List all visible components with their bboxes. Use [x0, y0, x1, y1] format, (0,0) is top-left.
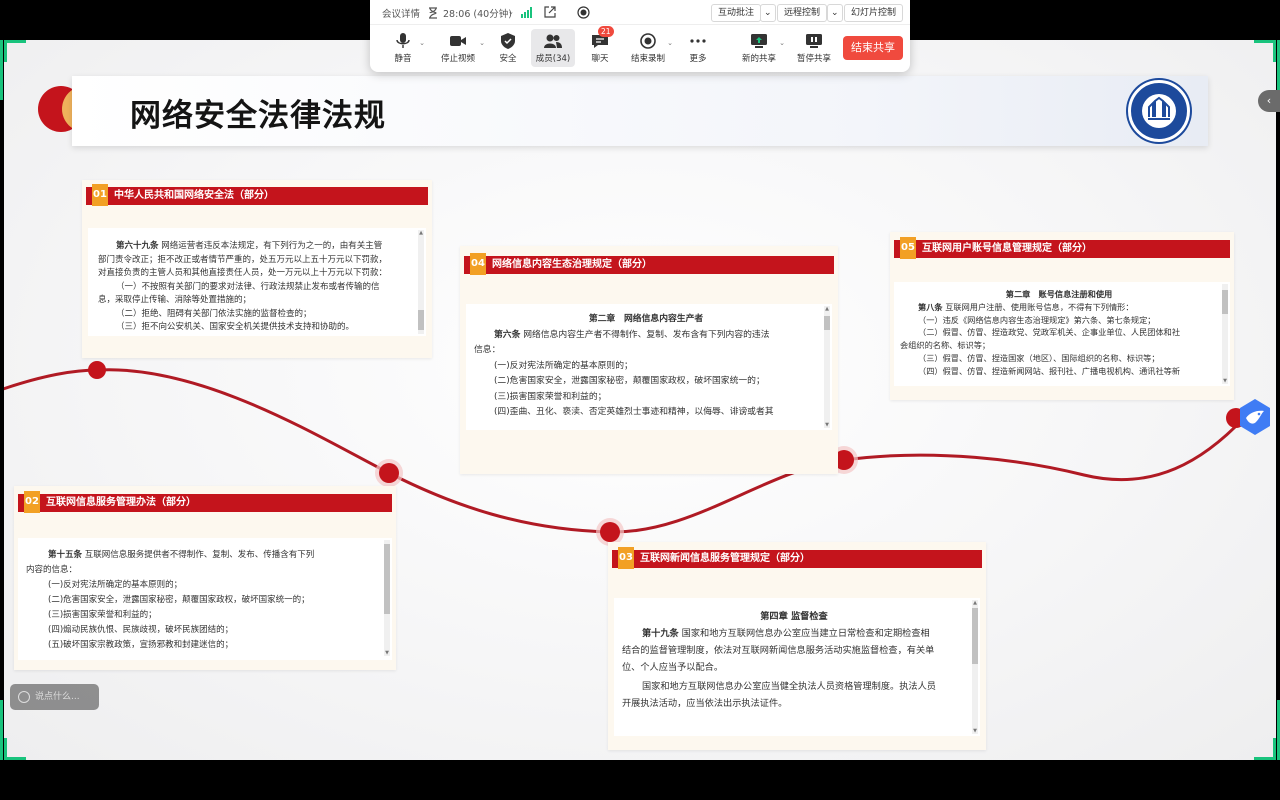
chevron-down-icon[interactable]: ⌄ — [508, 8, 514, 16]
record-indicator-icon[interactable] — [577, 6, 590, 19]
remote-control-button[interactable]: 远程控制 — [777, 4, 828, 22]
annotate-options-dropdown[interactable]: ⌄ — [760, 4, 776, 22]
card-number: 03 — [618, 547, 634, 569]
scrollbar-thumb[interactable] — [1222, 290, 1228, 314]
timeline-dot-01 — [88, 361, 106, 379]
law-card-02: 02 互联网信息服务管理办法（部分） 第十五条 互联网信息服务提供者不得制作、复… — [14, 486, 396, 670]
stop-video-button[interactable]: ⌄ 停止视频 — [438, 29, 485, 67]
card-number: 05 — [900, 237, 916, 259]
more-dots-icon — [690, 39, 706, 43]
card-text-area[interactable]: 第二章 账号信息注册和使用 第八条 互联网用户注册、使用账号信息，不得有下列情形… — [894, 282, 1230, 386]
assistant-bird-icon[interactable] — [1236, 398, 1274, 436]
chevron-down-icon[interactable]: ⌄ — [419, 39, 425, 47]
card-scrollbar[interactable]: ▲ ▼ — [824, 306, 830, 428]
pause-share-button[interactable]: 暂停共享 — [796, 29, 832, 67]
card-number: 02 — [24, 491, 40, 513]
card-header: 01 中华人民共和国网络安全法（部分） — [86, 184, 428, 206]
article-label: 第六条 — [494, 329, 521, 340]
chat-quick-input[interactable]: 说点什么... — [10, 684, 99, 710]
chapter-heading: 第二章 网络信息内容生产者 — [588, 314, 704, 324]
scrollbar-thumb[interactable] — [384, 544, 390, 614]
chapter-heading: 第四章 监督检查 — [760, 611, 828, 622]
law-card-03: 03 互联网新闻信息服务管理规定（部分） 第四章 监督检查 第十九条 国家和地方… — [608, 542, 986, 750]
timeline-dot-02 — [375, 459, 403, 487]
chapter-heading: 第二章 账号信息注册和使用 — [1005, 289, 1113, 299]
record-stop-icon — [640, 33, 656, 49]
share-border-corner — [4, 40, 26, 62]
signal-icon[interactable] — [521, 7, 533, 18]
card-text-area[interactable]: 第二章 网络信息内容生产者 第六条 网络信息内容生产者不得制作、复制、发布含有下… — [466, 304, 832, 430]
share-border-corner — [1254, 738, 1276, 760]
chevron-down-icon[interactable]: ⌄ — [779, 39, 785, 47]
card-title: 互联网新闻信息服务管理规定（部分） — [640, 553, 810, 564]
card-scrollbar[interactable]: ▼ — [1222, 284, 1228, 384]
law-card-01: 01 中华人民共和国网络安全法（部分） 第六十九条 网络运营者违反本法规定，有下… — [82, 180, 432, 358]
chat-unread-badge: 21 — [598, 26, 614, 37]
meeting-duration[interactable]: 28:06 (40分钟) — [443, 6, 512, 20]
article-label: 第八条 — [918, 301, 943, 312]
article-label: 第六十九条 — [116, 241, 159, 251]
scrollbar-thumb[interactable] — [824, 316, 830, 330]
meeting-info-bar: 会议详情 28:06 (40分钟) ⌄ 互动批注 ⌄ 远程控制 ⌄ 幻灯片控制 — [370, 0, 910, 25]
new-share-button[interactable]: ⌄ 新的共享 — [740, 29, 785, 67]
chat-placeholder: 说点什么... — [35, 692, 80, 702]
end-share-button[interactable]: 结束共享 — [843, 36, 903, 60]
chat-button[interactable]: 21 聊天 — [586, 26, 614, 67]
article-label: 第十五条 — [48, 550, 83, 560]
external-window-icon[interactable] — [544, 6, 556, 18]
chevron-down-icon[interactable]: ⌄ — [667, 39, 673, 47]
share-border-corner — [4, 738, 26, 760]
card-title: 中华人民共和国网络安全法（部分） — [114, 190, 274, 201]
scrollbar-thumb[interactable] — [418, 310, 424, 330]
more-button[interactable]: 更多 — [684, 29, 712, 67]
card-header: 02 互联网信息服务管理办法（部分） — [18, 491, 392, 513]
card-title: 互联网用户账号信息管理规定（部分） — [922, 243, 1092, 254]
video-camera-icon — [450, 36, 466, 46]
mute-button[interactable]: ⌄ 静音 — [388, 29, 425, 67]
scrollbar-thumb[interactable] — [972, 608, 978, 664]
screen: 网络安全法律法规 01 中华人民共和国网络安全法（部分） 第六十九条 网络运营者… — [0, 0, 1280, 800]
article-label: 第十九条 — [642, 628, 679, 639]
remote-control-dropdown[interactable]: ⌄ — [827, 4, 843, 22]
chevron-down-icon[interactable]: ⌄ — [479, 39, 485, 47]
shared-slide: 网络安全法律法规 01 中华人民共和国网络安全法（部分） 第六十九条 网络运营者… — [4, 40, 1276, 760]
card-number: 01 — [92, 184, 108, 206]
screen-share-icon — [751, 34, 767, 48]
emoji-icon[interactable] — [18, 691, 30, 703]
meeting-toolbar: 会议详情 28:06 (40分钟) ⌄ 互动批注 ⌄ 远程控制 ⌄ 幻灯片控制 — [370, 0, 910, 72]
card-title: 网络信息内容生态治理规定（部分） — [492, 259, 652, 270]
card-number: 04 — [470, 253, 486, 275]
card-text-area[interactable]: 第六十九条 网络运营者违反本法规定，有下列行为之一的，由有关主管 部门责令改正；… — [88, 228, 426, 336]
card-header: 04 网络信息内容生态治理规定（部分） — [464, 253, 834, 275]
card-scrollbar[interactable]: ▲ — [418, 230, 424, 334]
members-icon — [544, 34, 562, 48]
pause-share-icon — [806, 34, 822, 48]
interactive-annotate-button[interactable]: 互动批注 — [711, 4, 762, 22]
card-title: 互联网信息服务管理办法（部分） — [46, 497, 196, 508]
share-border-corner — [1254, 40, 1276, 62]
card-header: 03 互联网新闻信息服务管理规定（部分） — [612, 547, 982, 569]
hourglass-icon — [429, 7, 437, 19]
meeting-details-link[interactable]: 会议详情 — [382, 6, 420, 20]
card-header: 05 互联网用户账号信息管理规定（部分） — [894, 237, 1230, 259]
card-scrollbar[interactable]: ▼ — [384, 540, 390, 656]
members-button[interactable]: 成员(34) — [531, 29, 575, 67]
card-text-area[interactable]: 第四章 监督检查 第十九条 国家和地方互联网信息办公室应当建立日常检查和定期检查… — [614, 598, 980, 736]
share-border-edge — [0, 40, 3, 100]
end-recording-button[interactable]: ⌄ 结束录制 — [630, 29, 673, 67]
card-text-area[interactable]: 第十五条 互联网信息服务提供者不得制作、复制、发布、传播含有下列 内容的信息： … — [18, 538, 392, 660]
security-button[interactable]: 安全 — [494, 29, 522, 67]
share-border-edge — [0, 700, 3, 760]
law-card-04: 04 网络信息内容生态治理规定（部分） 第二章 网络信息内容生产者 第六条 网络… — [460, 246, 838, 474]
shield-icon — [501, 33, 515, 49]
sidebar-collapse-button[interactable]: ‹ — [1258, 90, 1280, 112]
law-card-05: 05 互联网用户账号信息管理规定（部分） 第二章 账号信息注册和使用 第八条 互… — [890, 232, 1234, 400]
chevron-left-icon: ‹ — [1266, 94, 1272, 107]
slideshow-control-button[interactable]: 幻灯片控制 — [844, 4, 904, 22]
microphone-icon — [396, 33, 410, 48]
card-scrollbar[interactable]: ▲ ▼ — [972, 600, 978, 734]
